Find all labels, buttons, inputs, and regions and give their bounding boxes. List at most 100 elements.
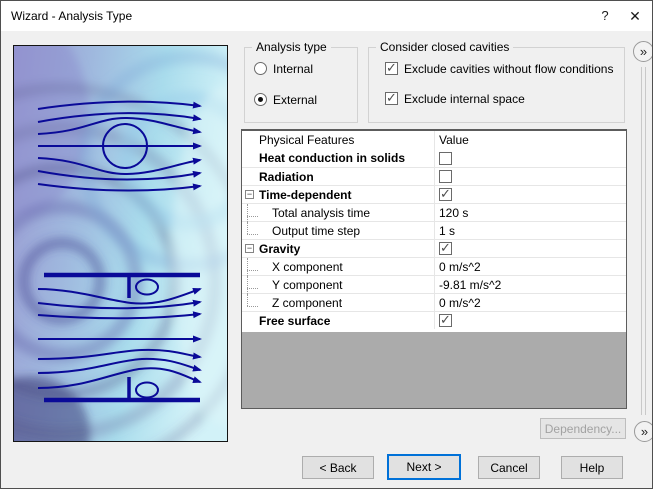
analysis-type-group: Analysis type InternalExternal — [244, 47, 358, 123]
window-title: Wizard - Analysis Type — [11, 9, 132, 23]
feature-label: Z component — [272, 296, 342, 310]
tree-connector — [247, 258, 248, 276]
cavity-option[interactable]: ✓ Exclude internal space — [385, 91, 525, 106]
feature-checkbox[interactable]: ✓ — [439, 188, 452, 201]
feature-label: Heat conduction in solids — [259, 151, 405, 165]
feature-cell: X component — [242, 258, 435, 275]
tree-connector — [247, 288, 258, 289]
table-empty-area — [242, 332, 626, 408]
flow-preview-svg — [14, 46, 227, 441]
feature-cell: Free surface — [242, 312, 435, 329]
tree-connector — [247, 306, 258, 307]
expand-panel-button-top[interactable]: » — [633, 41, 653, 62]
cavity-option[interactable]: ✓ Exclude cavities without flow condition… — [385, 61, 613, 76]
flow-preview-image — [13, 45, 228, 442]
radio-option-internal[interactable]: Internal — [254, 61, 313, 76]
cavity-checkbox[interactable]: ✓ — [385, 92, 398, 105]
radio-internal[interactable] — [254, 62, 267, 75]
feature-cell: Radiation — [242, 168, 435, 185]
feature-cell: Output time step — [242, 222, 435, 239]
cancel-button[interactable]: Cancel — [478, 456, 540, 479]
value-cell: 0 m/s^2 — [435, 258, 626, 275]
check-icon: ✓ — [440, 240, 451, 256]
feature-column-header: Physical Features — [242, 131, 435, 149]
tree-connector — [247, 204, 248, 222]
value-cell: ✓ — [435, 186, 626, 203]
table-row[interactable]: Z component 0 m/s^2 — [242, 293, 626, 311]
radio-external[interactable] — [254, 93, 267, 106]
cavity-checkbox[interactable]: ✓ — [385, 62, 398, 75]
collapse-icon[interactable]: − — [245, 190, 254, 199]
feature-value: -9.81 m/s^2 — [439, 278, 501, 292]
feature-label: Radiation — [259, 170, 314, 184]
feature-cell: −Gravity — [242, 240, 435, 257]
table-row[interactable]: Output time step 1 s — [242, 221, 626, 239]
value-cell — [435, 168, 626, 185]
feature-cell: Y component — [242, 276, 435, 293]
check-icon: ✓ — [386, 60, 397, 76]
value-cell: 0 m/s^2 — [435, 294, 626, 311]
panel-splitter — [641, 67, 646, 415]
feature-checkbox[interactable] — [439, 152, 452, 165]
feature-value: 120 s — [439, 206, 468, 220]
feature-label: Output time step — [272, 224, 360, 238]
feature-checkbox[interactable]: ✓ — [439, 314, 452, 327]
title-bar: Wizard - Analysis Type ? ✕ — [1, 1, 652, 31]
table-header-row: Physical Features Value — [242, 131, 626, 149]
tree-connector — [247, 222, 248, 234]
tree-connector — [247, 216, 258, 217]
feature-value: 0 m/s^2 — [439, 260, 481, 274]
table-row[interactable]: −Time-dependent ✓ — [242, 185, 626, 203]
back-button[interactable]: < Back — [302, 456, 374, 479]
expand-panel-button-bottom[interactable]: » — [634, 421, 653, 442]
radio-label: External — [273, 93, 317, 107]
tree-connector — [247, 234, 258, 235]
table-row[interactable]: −Gravity ✓ — [242, 239, 626, 257]
physical-features-table: Physical Features Value Heat conduction … — [241, 129, 627, 409]
check-icon: ✓ — [440, 186, 451, 202]
feature-value: 0 m/s^2 — [439, 296, 481, 310]
check-icon: ✓ — [386, 90, 397, 106]
value-cell: ✓ — [435, 240, 626, 257]
table-row[interactable]: Free surface ✓ — [242, 311, 626, 329]
help-button[interactable]: Help — [561, 456, 623, 479]
radio-label: Internal — [273, 62, 313, 76]
feature-label: Y component — [272, 278, 343, 292]
feature-checkbox[interactable]: ✓ — [439, 242, 452, 255]
table-row[interactable]: X component 0 m/s^2 — [242, 257, 626, 275]
dependency-button[interactable]: Dependency... — [540, 418, 626, 439]
collapse-icon[interactable]: − — [245, 244, 254, 253]
cavity-checkbox-label: Exclude cavities without flow conditions — [404, 62, 613, 76]
value-cell: 1 s — [435, 222, 626, 239]
feature-value: 1 s — [439, 224, 455, 238]
table-row[interactable]: Total analysis time 120 s — [242, 203, 626, 221]
analysis-type-group-label: Analysis type — [252, 40, 331, 54]
tree-connector — [247, 276, 248, 294]
feature-label: Total analysis time — [272, 206, 370, 220]
feature-cell: −Time-dependent — [242, 186, 435, 203]
feature-cell: Total analysis time — [242, 204, 435, 221]
feature-label: Free surface — [259, 314, 330, 328]
close-icon[interactable]: ✕ — [620, 1, 650, 31]
value-cell: 120 s — [435, 204, 626, 221]
table-row[interactable]: Y component -9.81 m/s^2 — [242, 275, 626, 293]
feature-checkbox[interactable] — [439, 170, 452, 183]
feature-cell: Heat conduction in solids — [242, 149, 435, 167]
value-cell — [435, 149, 626, 167]
feature-label: X component — [272, 260, 343, 274]
feature-label: Time-dependent — [259, 188, 351, 202]
tree-connector — [247, 270, 258, 271]
radio-option-external[interactable]: External — [254, 92, 317, 107]
tree-connector — [247, 294, 248, 306]
check-icon: ✓ — [440, 312, 451, 328]
closed-cavities-group-label: Consider closed cavities — [376, 40, 513, 54]
wizard-dialog: Wizard - Analysis Type ? ✕ — [0, 0, 653, 489]
table-row[interactable]: Heat conduction in solids — [242, 149, 626, 167]
value-column-header: Value — [435, 131, 626, 149]
cavity-checkbox-label: Exclude internal space — [404, 92, 525, 106]
next-button[interactable]: Next > — [387, 454, 461, 480]
help-icon[interactable]: ? — [590, 1, 620, 31]
table-row[interactable]: Radiation — [242, 167, 626, 185]
value-cell: ✓ — [435, 312, 626, 329]
feature-cell: Z component — [242, 294, 435, 311]
